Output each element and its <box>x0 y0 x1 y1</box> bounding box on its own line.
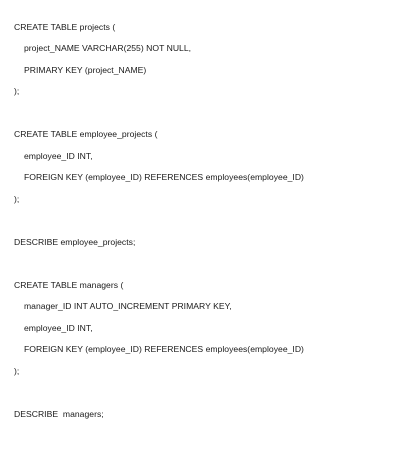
create-projects-line: CREATE TABLE projects ( <box>14 22 116 32</box>
managers-employee-id-line: employee_ID INT, <box>24 323 93 333</box>
manager-id-column-line: manager_ID INT AUTO_INCREMENT PRIMARY KE… <box>24 301 232 311</box>
sql-document: CREATE TABLE projects ( project_NAME VAR… <box>0 0 408 464</box>
projects-primary-key-line: PRIMARY KEY (project_NAME) <box>24 65 147 75</box>
projects-close-line: ); <box>14 86 20 96</box>
employee-projects-foreign-key-line: FOREIGN KEY (employee_ID) REFERENCES emp… <box>24 172 304 182</box>
create-managers-line: CREATE TABLE managers ( <box>14 280 124 290</box>
describe-managers-line: DESCRIBE managers; <box>14 409 104 419</box>
create-employee-projects-line: CREATE TABLE employee_projects ( <box>14 129 158 139</box>
managers-foreign-key-line: FOREIGN KEY (employee_ID) REFERENCES emp… <box>24 344 304 354</box>
describe-employee-projects-line: DESCRIBE employee_projects; <box>14 237 136 247</box>
project-name-column-line: project_NAME VARCHAR(255) NOT NULL, <box>24 43 192 53</box>
managers-close-line: ); <box>14 366 20 376</box>
employee-projects-employee-id-line: employee_ID INT, <box>24 151 93 161</box>
employee-projects-close-line: ); <box>14 194 20 204</box>
